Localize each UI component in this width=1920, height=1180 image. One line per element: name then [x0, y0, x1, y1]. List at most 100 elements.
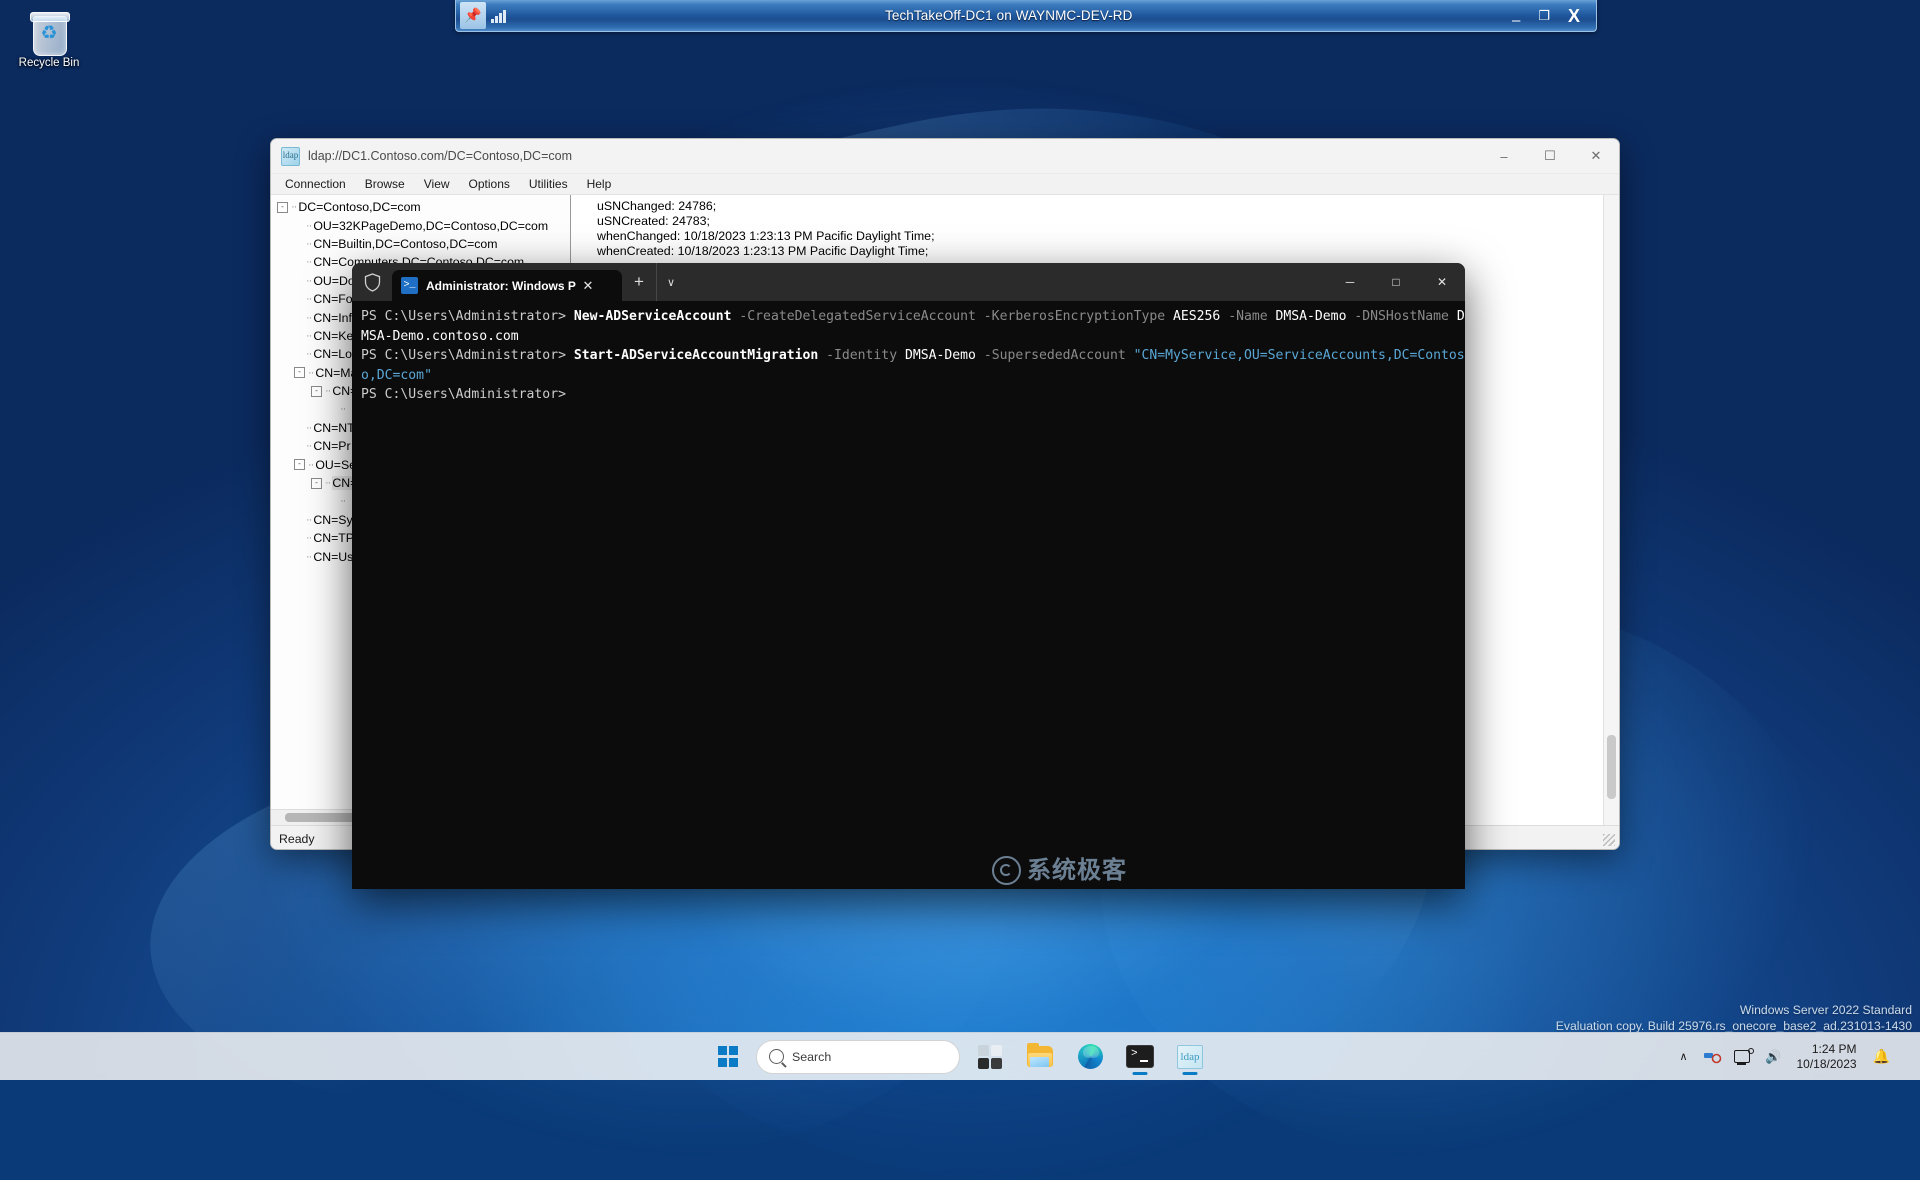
ldp-app-icon: ldap [281, 146, 300, 166]
ldp-attribute-line: whenCreated: 10/18/2023 1:23:13 PM Pacif… [597, 244, 929, 258]
rdp-session-title: TechTakeOff-DC1 on WAYNMC-DEV-RD [884, 8, 1133, 23]
ldp-window-controls: – ☐ ✕ [1481, 139, 1619, 173]
terminal-minimize-button[interactable]: ─ [1327, 263, 1373, 301]
ldp-minimize-button[interactable]: – [1481, 139, 1527, 173]
tree-connector-icon: ·· [306, 293, 312, 306]
watermark-logo-icon [992, 856, 1021, 885]
clock[interactable]: 1:24 PM 10/18/2023 [1793, 1042, 1861, 1071]
tree-node[interactable]: ·· OU=32KPageDemo,DC=Contoso,DC=com [277, 216, 570, 234]
system-tray: ∧ 🔊 1:24 PM 10/18/2023 🔔 [1672, 1033, 1920, 1080]
ldp-window-title: ldap://DC1.Contoso.com/DC=Contoso,DC=com [308, 149, 573, 163]
tree-connector-icon: ·· [306, 550, 312, 563]
network-tool-icon[interactable] [1703, 1046, 1725, 1068]
powershell-icon: >_ [401, 277, 418, 294]
tree-node-label: OU=Do [313, 273, 355, 288]
terminal-line: PS C:\Users\Administrator> New-ADService… [361, 307, 1465, 346]
taskbar-app-ldp[interactable]: ldap [1170, 1037, 1210, 1077]
site-watermark: 系统极客 [992, 856, 1127, 885]
tree-expander-icon[interactable]: - [311, 385, 322, 397]
terminal-close-button[interactable]: ✕ [1419, 263, 1465, 301]
new-tab-button[interactable]: + [622, 263, 656, 301]
resize-grip-icon[interactable] [1603, 834, 1615, 846]
tree-connector-icon: ·· [306, 329, 312, 342]
tree-connector-icon: ·· [306, 311, 312, 324]
tray-expand-chevron-icon[interactable]: ∧ [1672, 1045, 1694, 1068]
volume-icon[interactable]: 🔊 [1763, 1046, 1785, 1068]
eval-watermark-line1: Windows Server 2022 Standard [1739, 1003, 1912, 1017]
tree-connector-icon: ·· [306, 219, 312, 232]
tree-connector-icon: ·· [306, 348, 312, 361]
rdp-restore-button[interactable]: ❐ [1538, 9, 1550, 22]
windows-terminal-window: >_ Administrator: Windows Powe ✕ + ∨ ─ □… [352, 263, 1465, 889]
desktop-icon-recycle-bin[interactable]: ♻ Recycle Bin [10, 10, 88, 70]
menu-item-options[interactable]: Options [460, 175, 519, 193]
terminal-tab-powershell[interactable]: >_ Administrator: Windows Powe ✕ [392, 270, 622, 301]
recycle-bin-label: Recycle Bin [18, 57, 80, 69]
tree-node-label: CN=Builtin,DC=Contoso,DC=com [313, 236, 498, 251]
terminal-segment-plain: AES256 [1173, 309, 1229, 324]
signal-strength-icon [491, 9, 506, 23]
tree-node-label: OU=Se [315, 457, 356, 472]
terminal-maximize-button[interactable]: □ [1373, 263, 1419, 301]
ldp-titlebar[interactable]: ldap ldap://DC1.Contoso.com/DC=Contoso,D… [271, 139, 1619, 174]
tree-expander-icon[interactable]: - [311, 477, 322, 489]
terminal-segment-param: -Name [1228, 309, 1276, 324]
rdp-close-button[interactable]: X [1568, 7, 1580, 25]
rdp-minimize-button[interactable]: – [1512, 13, 1520, 28]
terminal-segment-param: -SupersededAccount [983, 348, 1134, 364]
file-explorer-icon [1027, 1043, 1053, 1067]
ldp-menubar: Connection Browse View Options Utilities… [271, 174, 1619, 195]
clock-date: 10/18/2023 [1796, 1056, 1857, 1071]
terminal-titlebar-drag-area[interactable] [685, 263, 1327, 301]
tree-expander-icon[interactable]: - [294, 459, 305, 471]
tree-connector-icon: ·· [306, 237, 312, 250]
taskbar-app-file-explorer[interactable] [1020, 1037, 1060, 1077]
network-icon[interactable] [1733, 1046, 1755, 1068]
tree-connector-icon: ·· [291, 201, 297, 214]
pin-icon[interactable]: 📌 [460, 2, 486, 29]
menu-item-browse[interactable]: Browse [356, 175, 414, 193]
ldp-close-button[interactable]: ✕ [1573, 139, 1619, 173]
tree-connector-icon: ·· [306, 513, 312, 526]
search-input[interactable]: Search [756, 1039, 960, 1074]
terminal-tab-title: Administrator: Windows Powe [426, 278, 576, 293]
terminal-segment-plain: DMSA-Demo [1275, 309, 1355, 324]
terminal-segment-prompt: PS C:\Users\Administrator> [361, 309, 574, 324]
taskbar: Search ldap ∧ 🔊 [0, 1032, 1920, 1080]
ldp-vertical-scrollbar[interactable] [1603, 195, 1619, 825]
shield-icon [352, 263, 392, 301]
terminal-segment-param: -KerberosEncryptionType [983, 309, 1173, 324]
tree-connector-icon: ·· [306, 440, 312, 453]
terminal-segment-cmd: New-ADServiceAccount [573, 309, 740, 324]
tree-node-label: CN=Sy [313, 512, 353, 527]
tree-connector-icon: ·· [306, 421, 312, 434]
tree-expander-icon[interactable]: - [277, 201, 288, 213]
menu-item-connection[interactable]: Connection [276, 175, 355, 193]
widgets-icon [978, 1044, 1002, 1069]
clock-time: 1:24 PM [1811, 1042, 1857, 1056]
tree-node[interactable]: ·· CN=Builtin,DC=Contoso,DC=com [277, 235, 570, 253]
tree-node[interactable]: - ·· DC=Contoso,DC=com [277, 198, 570, 216]
terminal-tab-close-icon[interactable]: ✕ [576, 278, 600, 294]
taskbar-app-edge[interactable] [1070, 1037, 1110, 1077]
show-desktop-button[interactable] [1902, 1033, 1908, 1080]
terminal-segment-param: -CreateDelegatedServiceAccount [739, 309, 984, 324]
terminal-window-controls: ─ □ ✕ [1327, 263, 1465, 301]
ldp-maximize-button[interactable]: ☐ [1527, 139, 1573, 173]
tree-connector-icon: ·· [306, 274, 312, 287]
chevron-down-icon[interactable]: ∨ [656, 263, 685, 301]
taskbar-app-widgets[interactable] [970, 1037, 1010, 1077]
tree-expander-icon[interactable]: - [294, 367, 305, 379]
tree-node-label: CN=Fo [313, 292, 353, 307]
menu-item-help[interactable]: Help [578, 175, 621, 193]
tree-node-label: CN=Inf [313, 310, 352, 325]
search-icon [769, 1049, 784, 1064]
ldp-attribute-line: whenChanged: 10/18/2023 1:23:13 PM Pacif… [597, 229, 935, 243]
taskbar-app-terminal[interactable] [1120, 1037, 1160, 1077]
terminal-console-output[interactable]: PS C:\Users\Administrator> New-ADService… [352, 301, 1465, 887]
start-button[interactable] [710, 1039, 746, 1075]
tree-connector-icon: ·· [308, 458, 314, 471]
notifications-bell-icon[interactable]: 🔔 [1869, 1048, 1894, 1065]
menu-item-view[interactable]: View [415, 175, 459, 193]
menu-item-utilities[interactable]: Utilities [520, 175, 577, 193]
